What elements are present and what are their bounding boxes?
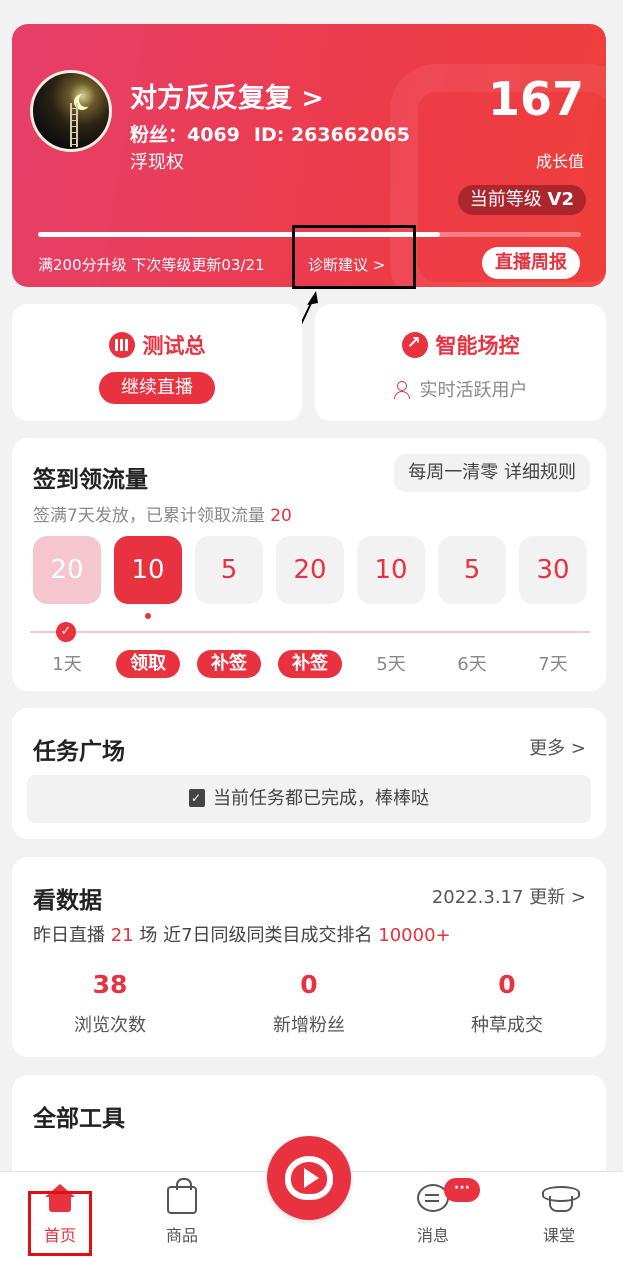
start-live-button[interactable] xyxy=(267,1136,351,1220)
smart-control-title: 智能场控 xyxy=(315,330,606,360)
data-updated-link[interactable]: 2022.3.17 更新 > xyxy=(432,883,586,909)
tab-classroom-label: 课堂 xyxy=(542,1226,575,1245)
play-icon xyxy=(304,1168,319,1188)
signin-card: 签到领流量 每周一清零 详细规则 签满7天发放，已累计领取流量 20 20 10 5… xyxy=(12,438,606,691)
today-dot xyxy=(145,613,151,619)
level-badge[interactable]: 当前等级 V2 xyxy=(457,185,586,215)
check-icon: ✓ xyxy=(56,622,76,642)
stat-views[interactable]: 38 浏览次数 xyxy=(20,970,200,1037)
avatar[interactable] xyxy=(30,70,112,152)
fans-count: 粉丝：4069 xyxy=(130,124,240,146)
signin-days: 20 10 5 20 10 5 30 xyxy=(33,536,589,606)
signin-title: 签到领流量 xyxy=(33,467,148,493)
graduation-cap-icon xyxy=(540,1184,578,1212)
stat-conversions[interactable]: 0 种草成交 xyxy=(417,970,597,1037)
signin-day-label: 领取 xyxy=(116,650,180,678)
user-subtitle: 浮现权 xyxy=(130,152,184,173)
signin-day-tile[interactable]: 5 xyxy=(195,536,263,604)
task-title: 任务广场 xyxy=(33,739,125,765)
stat-new-fans[interactable]: 0 新增粉丝 xyxy=(219,970,399,1037)
data-description: 昨日直播 21 场 近7日同级同类目成交排名 10000+ xyxy=(33,925,451,946)
more-link[interactable]: 更多 > xyxy=(529,734,586,760)
signin-day-label: 1天 xyxy=(52,654,82,675)
signin-track xyxy=(30,631,590,633)
upgrade-text: 满200分升级 下次等级更新03/21 xyxy=(38,256,265,274)
rules-button[interactable]: 每周一清零 详细规则 xyxy=(394,454,590,492)
tab-classroom[interactable]: 课堂 xyxy=(519,1184,599,1246)
annotation-highlight-box xyxy=(292,225,416,289)
live-summary-title: 测试总 xyxy=(12,330,302,360)
signin-day-label: 6天 xyxy=(457,654,487,675)
signin-day-label: 补签 xyxy=(197,650,261,678)
trend-icon xyxy=(401,332,428,358)
tab-goods-label: 商品 xyxy=(165,1226,198,1245)
signin-day-tile[interactable]: 5 xyxy=(438,536,506,604)
signin-day-tile[interactable]: 30 xyxy=(519,536,587,604)
signin-day-label: 5天 xyxy=(376,654,406,675)
fans-and-id: 粉丝：4069 ID: 263662065 xyxy=(130,120,410,147)
bar-chart-icon xyxy=(108,332,135,358)
signin-day-tile[interactable]: 10 xyxy=(114,536,182,604)
tab-messages-label: 消息 xyxy=(416,1226,449,1245)
growth-score: 167 xyxy=(487,72,584,126)
data-card: 看数据 2022.3.17 更新 > 昨日直播 21 场 近7日同级同类目成交排… xyxy=(12,857,606,1057)
weekly-report-button[interactable]: 直播周报 xyxy=(482,247,580,279)
signin-day-tile[interactable]: 20 xyxy=(276,536,344,604)
task-card: 任务广场 更多 > 当前任务都已完成，棒棒哒 xyxy=(12,708,606,839)
makeup-signin-button[interactable]: 补签 xyxy=(195,650,263,678)
messages-badge: ··· xyxy=(444,1178,480,1202)
signin-day-tile[interactable]: 20 xyxy=(33,536,101,604)
clipboard-check-icon xyxy=(189,789,205,807)
annotation-home-highlight xyxy=(28,1191,92,1256)
signin-day-tile[interactable]: 10 xyxy=(357,536,425,604)
live-summary-card[interactable]: 测试总 继续直播 xyxy=(12,304,302,421)
user-id: ID: 263662065 xyxy=(253,124,410,146)
continue-live-button[interactable]: 继续直播 xyxy=(99,372,215,404)
ladder-graphic xyxy=(70,103,78,147)
claim-button[interactable]: 领取 xyxy=(114,650,182,678)
level-prefix: 当前等级 xyxy=(469,189,548,210)
moon-graphic xyxy=(79,93,93,107)
username-link[interactable]: 对方反反复复 > xyxy=(130,76,324,115)
people-icon xyxy=(393,381,412,399)
signin-description: 签满7天发放，已累计领取流量 20 xyxy=(33,506,292,526)
shopping-bag-icon xyxy=(167,1178,197,1214)
makeup-signin-button[interactable]: 补签 xyxy=(276,650,344,678)
signin-day-label: 补签 xyxy=(278,650,342,678)
tab-goods[interactable]: 商品 xyxy=(142,1178,222,1246)
signin-day-label: 7天 xyxy=(538,654,568,675)
growth-score-label: 成长值 xyxy=(535,152,584,171)
tools-title: 全部工具 xyxy=(33,1106,125,1132)
task-empty-state: 当前任务都已完成，棒棒哒 xyxy=(27,775,591,823)
active-users-label: 实时活跃用户 xyxy=(315,376,606,402)
smart-control-card[interactable]: 智能场控 实时活跃用户 xyxy=(315,304,606,421)
level-value: V2 xyxy=(547,189,574,210)
data-title: 看数据 xyxy=(33,888,102,914)
